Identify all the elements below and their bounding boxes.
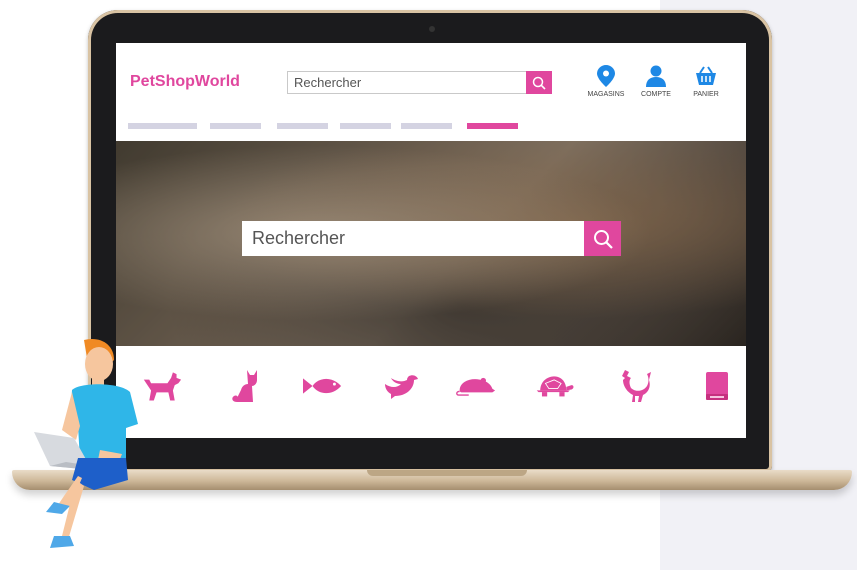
brand-logo[interactable]: PetShopWorld <box>130 73 240 91</box>
hero-search-button[interactable] <box>584 221 621 256</box>
nav-account-label: COMPTE <box>641 91 671 98</box>
header-search-input[interactable] <box>288 72 526 93</box>
category-cat[interactable] <box>224 368 264 404</box>
nav-cart[interactable]: PANIER <box>681 65 731 98</box>
header-nav: MAGASINS COMPTE PANIER <box>581 65 731 98</box>
bird-icon <box>385 375 418 399</box>
menu-tab-2[interactable] <box>210 123 261 129</box>
cat-icon <box>232 370 257 402</box>
category-fish[interactable] <box>303 368 343 404</box>
laptop-notch <box>367 470 527 476</box>
person-with-laptop-illustration <box>34 338 138 548</box>
header-search-button[interactable] <box>526 71 552 94</box>
category-turtle[interactable] <box>535 368 575 404</box>
nav-cart-label: PANIER <box>693 91 719 98</box>
nav-stores[interactable]: MAGASINS <box>581 65 631 98</box>
menu-tab-4[interactable] <box>340 123 391 129</box>
category-row <box>116 363 746 413</box>
category-books[interactable] <box>697 368 737 404</box>
nav-account[interactable]: COMPTE <box>631 65 681 98</box>
category-rodent[interactable] <box>456 368 496 404</box>
category-bird[interactable] <box>382 368 422 404</box>
header-search <box>287 71 552 94</box>
user-icon <box>646 65 666 87</box>
poultry-icon <box>622 370 651 402</box>
turtle-icon <box>536 376 574 397</box>
rodent-icon <box>456 377 496 396</box>
menu-tab-1[interactable] <box>128 123 197 129</box>
menu-tab-6-active[interactable] <box>467 123 518 129</box>
search-icon <box>593 229 613 249</box>
fish-icon <box>303 378 342 394</box>
hero-search <box>242 221 621 256</box>
laptop-screen: PetShopWorld MAGASINS COMPTE <box>116 43 746 438</box>
location-pin-icon <box>597 65 615 87</box>
webcam <box>429 26 435 32</box>
nav-stores-label: MAGASINS <box>587 91 625 98</box>
book-icon <box>706 372 728 400</box>
category-poultry[interactable] <box>616 368 656 404</box>
menu-tab-3[interactable] <box>277 123 328 129</box>
menu-tab-5[interactable] <box>401 123 452 129</box>
search-icon <box>532 76 546 90</box>
hero-banner <box>116 141 746 346</box>
hero-search-input[interactable] <box>242 221 582 256</box>
basket-icon <box>696 66 716 85</box>
